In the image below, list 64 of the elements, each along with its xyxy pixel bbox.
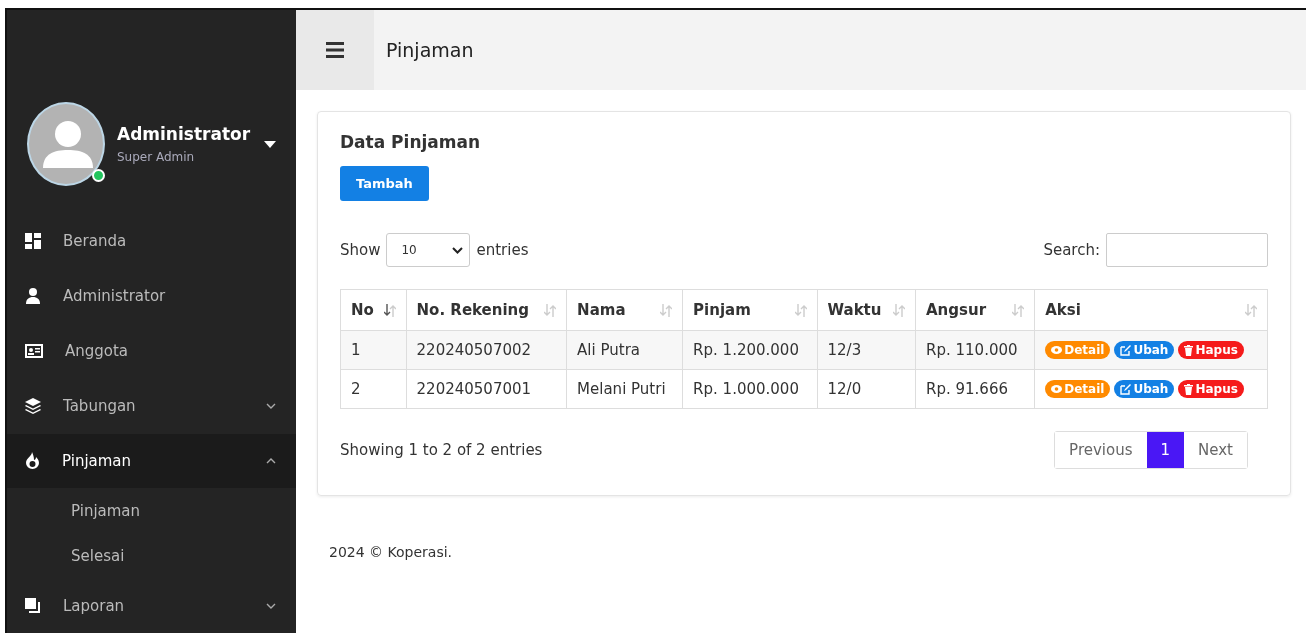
edit-icon bbox=[1120, 383, 1132, 395]
table-cell: 12/3 bbox=[817, 330, 916, 370]
delete-button[interactable]: Hapus bbox=[1178, 380, 1244, 398]
chevron-up-icon bbox=[266, 457, 276, 464]
table-cell: Rp. 110.000 bbox=[915, 330, 1035, 370]
card-title: Data Pinjaman bbox=[340, 132, 482, 152]
chevron-down-icon[interactable] bbox=[452, 246, 464, 254]
table-cell: Melani Putri bbox=[566, 369, 683, 409]
table-cell: 220240507001 bbox=[406, 369, 567, 409]
table-info: Showing 1 to 2 of 2 entries bbox=[340, 441, 543, 459]
sidebar-item[interactable]: Tabungan bbox=[7, 378, 296, 434]
fire-icon bbox=[25, 452, 40, 470]
dashboard-icon bbox=[25, 233, 41, 250]
table-cell: 12/0 bbox=[817, 369, 916, 409]
footer-text: 2024 © Koperasi. bbox=[329, 544, 454, 560]
page-title: Pinjaman bbox=[386, 39, 474, 61]
column-header[interactable]: Pinjam bbox=[682, 289, 817, 331]
table-cell: Rp. 91.666 bbox=[915, 369, 1035, 409]
chevron-down-icon bbox=[266, 403, 276, 410]
delete-button[interactable]: Hapus bbox=[1178, 341, 1244, 359]
user-name: Administrator bbox=[117, 124, 252, 144]
submenu-item[interactable]: Selesai bbox=[7, 533, 296, 579]
user-role: Super Admin bbox=[117, 150, 196, 164]
menu-button[interactable] bbox=[296, 10, 374, 90]
sidebar-item[interactable]: Beranda bbox=[7, 214, 296, 269]
sidebar-item[interactable]: Pinjaman bbox=[7, 433, 296, 489]
sidebar-item[interactable]: Laporan bbox=[7, 578, 296, 633]
edit-icon bbox=[1120, 344, 1132, 356]
entries-label: entries bbox=[476, 241, 529, 259]
sort-icon[interactable] bbox=[383, 303, 396, 317]
column-header[interactable]: Waktu bbox=[817, 289, 916, 331]
table-cell: 220240507002 bbox=[406, 330, 567, 370]
column-header[interactable]: Nama bbox=[566, 289, 683, 331]
column-header[interactable]: No bbox=[340, 289, 407, 331]
add-button[interactable]: Tambah bbox=[340, 166, 429, 201]
search-label: Search: bbox=[1043, 241, 1100, 259]
column-header[interactable]: Angsur bbox=[915, 289, 1035, 331]
trash-icon bbox=[1184, 344, 1194, 356]
copy-icon bbox=[25, 597, 41, 614]
column-header[interactable]: No. Rekening bbox=[406, 289, 567, 331]
table-cell: 2 bbox=[340, 369, 407, 409]
table-cell: 1 bbox=[340, 330, 407, 370]
layers-icon bbox=[25, 398, 41, 415]
edit-button[interactable]: Ubah bbox=[1114, 341, 1175, 359]
trash-icon bbox=[1184, 383, 1194, 395]
table-cell: Ali Putra bbox=[566, 330, 683, 370]
show-label: Show bbox=[340, 241, 381, 259]
id-card-icon bbox=[25, 344, 43, 359]
eye-icon bbox=[1051, 346, 1063, 354]
caret-icon[interactable] bbox=[264, 140, 276, 148]
entries-select[interactable]: 10 bbox=[386, 233, 471, 267]
table-cell: Rp. 1.000.000 bbox=[682, 369, 817, 409]
page-button[interactable]: 1 bbox=[1146, 432, 1185, 468]
search-field[interactable] bbox=[1106, 233, 1268, 267]
sidebar-item[interactable]: Anggota bbox=[7, 323, 296, 379]
menu-icon[interactable] bbox=[326, 42, 344, 58]
sidebar-item[interactable]: Administrator bbox=[7, 268, 296, 324]
chevron-down-icon bbox=[266, 602, 276, 609]
user-icon bbox=[25, 288, 41, 305]
table-cell: Rp. 1.200.000 bbox=[682, 330, 817, 370]
submenu-item[interactable]: Pinjaman bbox=[7, 488, 296, 534]
column-header[interactable]: Aksi bbox=[1034, 289, 1268, 331]
edit-button[interactable]: Ubah bbox=[1114, 380, 1175, 398]
eye-icon bbox=[1051, 385, 1063, 393]
